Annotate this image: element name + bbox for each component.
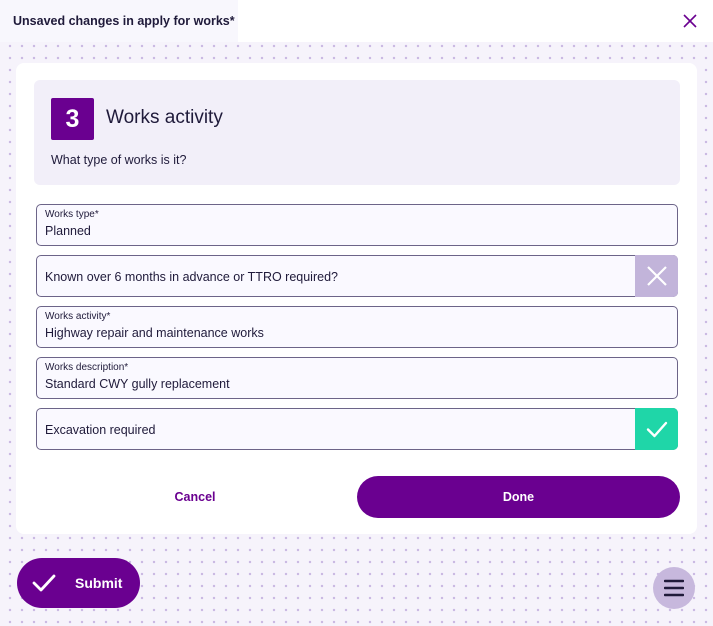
cancel-button[interactable]: Cancel [100,477,290,517]
works-activity-field[interactable]: Works activity* Highway repair and maint… [36,306,678,348]
step-question: What type of works is it? [51,153,187,167]
works-description-label: Works description* [45,362,129,373]
works-type-label: Works type* [45,209,99,220]
works-description-field[interactable]: Works description* Standard CWY gully re… [36,357,678,399]
works-type-value: Planned [45,224,91,238]
excavation-label: Excavation required [45,423,156,437]
advance-notice-label: Known over 6 months in advance or TTRO r… [45,270,338,284]
step-title: Works activity [106,107,223,128]
works-activity-value: Highway repair and maintenance works [45,326,264,340]
excavation-toggle-field: Excavation required [36,408,678,450]
close-icon[interactable] [679,10,701,32]
submit-button[interactable]: Submit [17,558,140,608]
works-activity-card: 3 Works activity What type of works is i… [16,63,697,534]
step-header: 3 Works activity What type of works is i… [34,80,680,185]
hamburger-menu-icon [664,579,684,597]
step-number-badge: 3 [51,98,94,140]
hamburger-menu-button[interactable] [653,567,695,609]
works-activity-label: Works activity* [45,311,111,322]
submit-label: Submit [75,575,123,591]
works-description-value: Standard CWY gully replacement [45,377,230,391]
advance-notice-toggle-field: Known over 6 months in advance or TTRO r… [36,255,678,297]
top-bar: Unsaved changes in apply for works* [0,0,713,42]
cross-icon [646,266,667,286]
done-button[interactable]: Done [357,476,680,518]
excavation-toggle[interactable] [635,408,678,450]
check-icon [646,421,667,438]
advance-notice-toggle[interactable] [635,255,678,297]
works-type-field[interactable]: Works type* Planned [36,204,678,246]
unsaved-changes-title: Unsaved changes in apply for works* [0,0,238,42]
check-icon [32,574,56,592]
